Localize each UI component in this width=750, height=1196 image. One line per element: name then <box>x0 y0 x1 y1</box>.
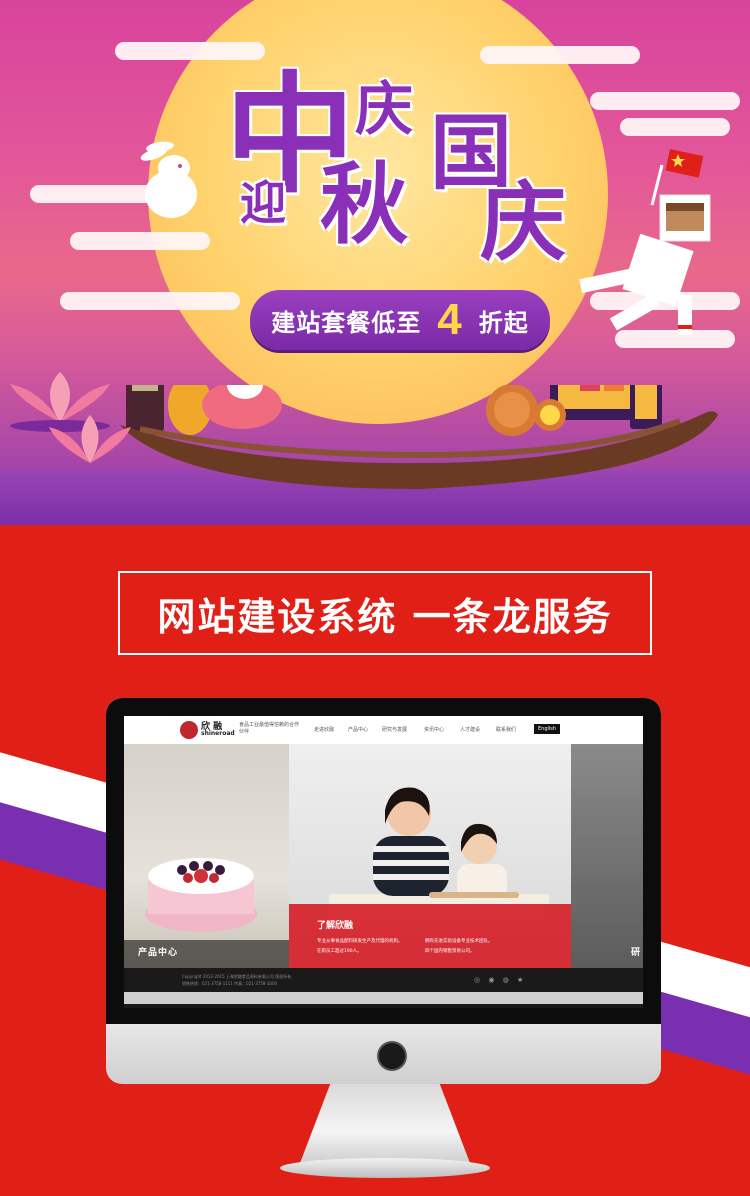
website-screenshot: 欣 融 shineroad 食品工业最值得信赖的合作伙伴 走进欣融 产品中心 研… <box>124 716 643 1008</box>
card-line: 在职员工超过190人。 <box>317 949 362 954</box>
power-button-icon[interactable] <box>377 1041 407 1071</box>
monitor: 欣 融 shineroad 食品工业最值得信赖的合作伙伴 走进欣融 产品中心 研… <box>106 698 661 1084</box>
promo-prefix: 建站套餐低至 <box>271 308 422 337</box>
lotus-icon <box>49 415 131 463</box>
logo-en: shineroad <box>201 730 235 737</box>
cloud <box>70 232 210 250</box>
promo-suffix: 折起 <box>478 308 529 337</box>
footer-scroll-bar[interactable] <box>124 992 643 1004</box>
astronaut-icon <box>579 149 711 335</box>
title-char-qing-small: 庆 <box>355 75 414 143</box>
panel-research[interactable]: 研 <box>571 744 643 968</box>
card-line: 专业从事食品配料研发生产及代理的机构。 <box>317 939 403 944</box>
footer-social-icons[interactable]: ◎ ◉ ◍ ★ <box>474 976 526 984</box>
page: 中 庆 迎 秋 国 庆 建站套餐低至 4 折起 网站建设系统 一条龙服务 欣 融… <box>0 0 750 1196</box>
mother-daughter-baking-image <box>329 787 549 924</box>
panel-label-products: 产品中心 <box>138 948 179 958</box>
panel-about[interactable]: 了解欣融 专业从事食品配料研发生产及代理的机构。 拥有先进实验设备专业技术团队。… <box>289 744 571 968</box>
nav-item-research[interactable]: 研究与发展 <box>382 726 407 733</box>
cloud <box>620 118 730 136</box>
nav-item-news[interactable]: 资讯中心 <box>424 726 444 733</box>
monitor-bezel: 欣 融 shineroad 食品工业最值得信赖的合作伙伴 走进欣融 产品中心 研… <box>106 698 661 1024</box>
title-char-qiu: 秋 <box>320 152 409 256</box>
lang-english-button[interactable]: English <box>534 724 561 734</box>
boat-illustration <box>120 385 718 489</box>
card-title: 了解欣融 <box>317 921 354 931</box>
mid-autumn-banner: 中 庆 迎 秋 国 庆 建站套餐低至 4 折起 <box>0 0 750 525</box>
title-char-qing: 庆 <box>480 172 566 273</box>
rabbit-icon <box>140 141 197 218</box>
nav-item-products[interactable]: 产品中心 <box>348 726 368 733</box>
logo-tagline: 食品工业最值得信赖的合作伙伴 <box>239 722 300 735</box>
card-line: 拥有先进实验设备专业技术团队。 <box>425 939 493 944</box>
title-char-ying: 迎 <box>240 176 286 230</box>
panel-label-research: 研 <box>630 948 641 958</box>
cloud <box>60 292 240 310</box>
cake-image <box>145 858 257 932</box>
promo-number: 4 <box>437 295 463 344</box>
nav-item-careers[interactable]: 人才建设 <box>460 726 480 733</box>
about-card: 了解欣融 专业从事食品配料研发生产及代理的机构。 拥有先进实验设备专业技术团队。… <box>289 904 571 968</box>
promo-pill[interactable]: 建站套餐低至 4 折起 <box>250 290 550 350</box>
panel-products[interactable]: 产品中心 <box>124 744 289 968</box>
monitor-stand-base <box>280 1158 490 1178</box>
nav-item-about[interactable]: 走进欣融 <box>314 726 334 733</box>
slogan-text: 网站建设系统 一条龙服务 <box>157 594 613 639</box>
shineroad-logo-icon <box>180 721 198 739</box>
cloud <box>590 92 740 110</box>
cloud <box>480 46 640 64</box>
slogan-box: 网站建设系统 一条龙服务 <box>118 571 652 655</box>
nav-item-contact[interactable]: 联系我们 <box>496 726 516 733</box>
site-nav-bar: 欣 融 shineroad 食品工业最值得信赖的合作伙伴 走进欣融 产品中心 研… <box>124 716 643 745</box>
footer-copyright: Copyright 2012-2015 上海欣融食品原料有限公司 版权所有 <box>182 974 292 979</box>
footer-contact: 销售热线：021-3758-1111 传真：021-3758-1000 <box>182 981 278 986</box>
card-line: 四个国内销售贸易公司。 <box>425 949 475 954</box>
